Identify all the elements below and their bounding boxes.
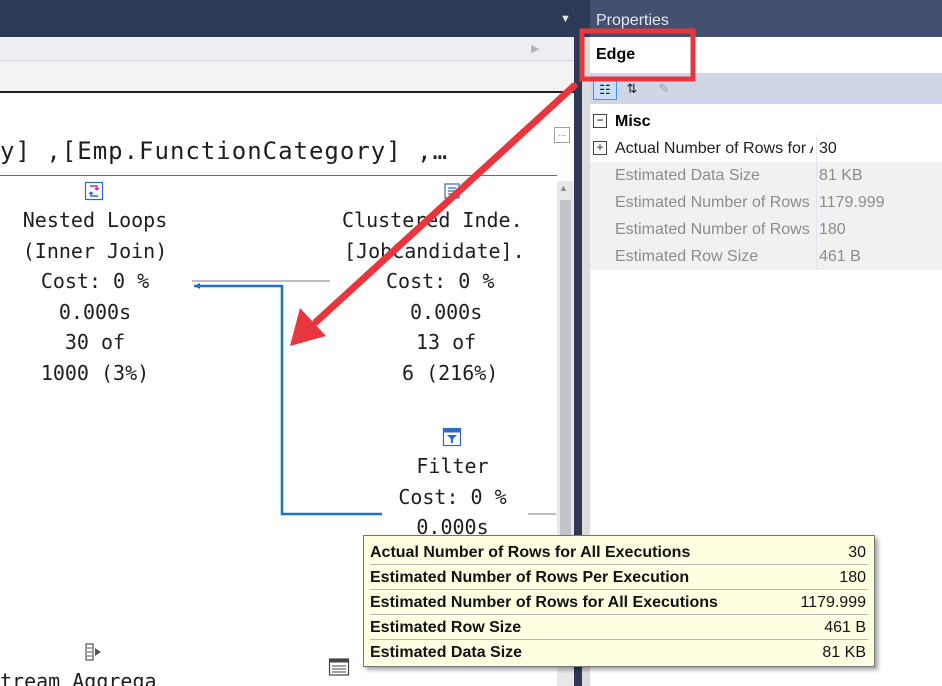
property-value[interactable]: 30 xyxy=(816,135,942,162)
row-margin xyxy=(590,243,610,270)
property-name: Actual Number of Rows for All Executions xyxy=(615,140,813,157)
edge-filter-to-loops xyxy=(194,284,382,516)
tooltip-row: Estimated Number of Rows for All Executi… xyxy=(370,590,868,615)
tooltip-value: 81 KB xyxy=(822,644,866,661)
property-name: Estimated Data Size xyxy=(615,167,760,184)
tooltip-value: 461 B xyxy=(824,619,866,636)
property-row[interactable]: Estimated Number of Rows Per Execution11… xyxy=(590,189,942,216)
tooltip-value: 30 xyxy=(848,544,866,561)
tooltip-row: Estimated Number of Rows Per Execution 18… xyxy=(370,565,868,590)
property-grid: − Misc + Actual Number of Rows for All Ex… xyxy=(590,108,942,270)
tooltip-label: Estimated Data Size xyxy=(370,644,523,661)
properties-toolbar: ☷ ⇅ ✎ xyxy=(590,74,942,104)
scrollbar-thumb[interactable] xyxy=(560,200,571,540)
property-name: Estimated Row Size xyxy=(615,248,759,265)
plan-header-strip xyxy=(0,61,582,93)
property-row[interactable]: + Actual Number of Rows for All Execution… xyxy=(590,135,942,162)
edge-tooltip: Actual Number of Rows for All Executions… xyxy=(363,535,875,667)
property-name: Estimated Number of Rows Per Execution xyxy=(615,194,813,211)
edge-loops-arrowhead xyxy=(194,283,200,289)
alphabetical-sort-icon[interactable]: ⇅ xyxy=(620,78,644,100)
property-value[interactable]: 1179.999 xyxy=(816,189,942,216)
properties-title: Properties xyxy=(590,0,942,37)
tooltip-label: Actual Number of Rows for All Executions xyxy=(370,544,691,561)
property-value[interactable]: 461 B xyxy=(816,243,942,270)
tooltip-label: Estimated Row Size xyxy=(370,619,522,636)
document-tabstrip xyxy=(0,37,582,61)
property-pages-icon[interactable]: ✎ xyxy=(652,78,676,100)
selected-object-name[interactable]: Edge xyxy=(590,37,942,74)
row-margin xyxy=(590,162,610,189)
expand-icon[interactable]: + xyxy=(593,141,607,155)
property-row[interactable]: Estimated Number of Rows for All Executi… xyxy=(590,216,942,243)
tooltip-row: Estimated Data Size 81 KB xyxy=(370,640,868,665)
property-row[interactable]: Estimated Data Size 81 KB xyxy=(590,162,942,189)
category-label: Misc xyxy=(615,113,651,130)
tab-scroll-right-icon[interactable]: ▶ xyxy=(531,42,539,55)
document-titlebar xyxy=(0,0,582,37)
window-dropdown-icon[interactable]: ▼ xyxy=(560,14,574,25)
collapse-icon[interactable]: − xyxy=(593,114,607,128)
property-value[interactable]: 180 xyxy=(816,216,942,243)
scroll-up-icon[interactable]: ▲ xyxy=(559,183,568,193)
tooltip-row: Actual Number of Rows for All Executions… xyxy=(370,540,868,565)
tooltip-value: 180 xyxy=(839,569,866,586)
tooltip-label: Estimated Number of Rows for All Executi… xyxy=(370,594,718,611)
tooltip-label: Estimated Number of Rows Per Execution xyxy=(370,569,690,586)
property-row[interactable]: Estimated Row Size 461 B xyxy=(590,243,942,270)
tooltip-value: 1179.999 xyxy=(800,594,866,611)
row-margin xyxy=(590,216,610,243)
property-name: Estimated Number of Rows for All Executi… xyxy=(615,221,813,238)
row-margin xyxy=(590,189,610,216)
categorized-view-icon[interactable]: ☷ xyxy=(593,78,617,100)
tooltip-row: Estimated Row Size 461 B xyxy=(370,615,868,640)
category-misc[interactable]: − Misc xyxy=(590,108,942,135)
property-value[interactable]: 81 KB xyxy=(816,162,942,189)
